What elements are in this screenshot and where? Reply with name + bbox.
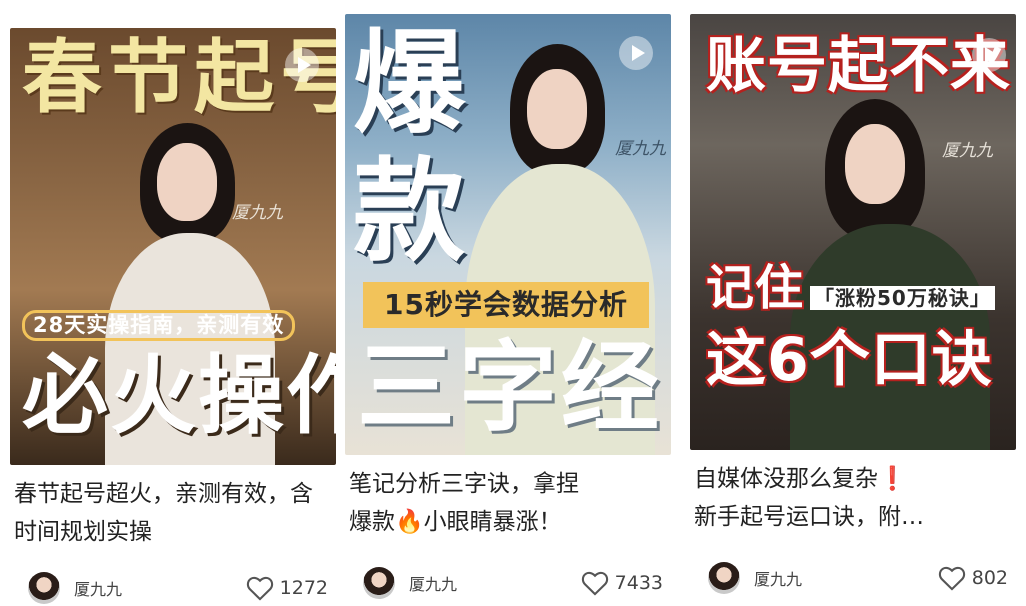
like-count: 7433 bbox=[614, 572, 663, 594]
heart-icon bbox=[938, 566, 965, 591]
like-button[interactable]: 1272 bbox=[246, 575, 328, 601]
cover-title-top: 账号起不来 bbox=[706, 31, 1011, 101]
note-meta: 厦九九 802 bbox=[690, 561, 1016, 595]
note-cover[interactable]: 账号起不来 厦九九 记住 「涨粉50万秘诀」 这6个口诀 bbox=[690, 14, 1016, 450]
play-icon[interactable] bbox=[285, 48, 319, 82]
caption-line-2b: 小眼睛暴涨！ bbox=[423, 509, 562, 535]
like-button[interactable]: 802 bbox=[938, 565, 1008, 591]
avatar[interactable] bbox=[363, 567, 395, 599]
cover-banner: 15秒学会数据分析 bbox=[363, 282, 649, 328]
like-count: 802 bbox=[971, 567, 1008, 589]
author-name[interactable]: 厦九九 bbox=[409, 571, 457, 595]
note-meta: 厦九九 7433 bbox=[345, 566, 671, 600]
cover-line-3: 这6个口诀 bbox=[706, 325, 993, 395]
cover-signature: 厦九九 bbox=[942, 141, 993, 161]
note-cover[interactable]: 爆 款 厦九九 15秒学会数据分析 三字经 bbox=[345, 14, 671, 455]
caption-line-1: 笔记分析三字诀，拿捏 bbox=[349, 471, 579, 497]
heart-icon bbox=[581, 571, 608, 596]
avatar[interactable] bbox=[708, 562, 740, 594]
cover-title-bottom: 必火操作 bbox=[22, 346, 336, 446]
note-card[interactable]: 爆 款 厦九九 15秒学会数据分析 三字经 笔记分析三字诀，拿捏 爆款🔥小眼睛暴… bbox=[345, 14, 671, 599]
play-icon[interactable] bbox=[619, 36, 653, 70]
like-count: 1272 bbox=[279, 577, 328, 599]
note-caption[interactable]: 自媒体没那么复杂❗ 新手起号运口诀，附… bbox=[694, 460, 1012, 536]
avatar[interactable] bbox=[28, 572, 60, 604]
note-card[interactable]: 春节起号 厦九九 28天实操指南，亲测有效 必火操作 春节起号超火，亲测有效，含… bbox=[10, 28, 336, 604]
cover-signature: 厦九九 bbox=[232, 203, 283, 223]
cover-title-char-2: 款 bbox=[353, 147, 466, 277]
note-cover[interactable]: 春节起号 厦九九 28天实操指南，亲测有效 必火操作 bbox=[10, 28, 336, 465]
caption-line-2: 新手起号运口诀，附… bbox=[694, 504, 924, 530]
like-button[interactable]: 7433 bbox=[581, 570, 663, 596]
note-caption[interactable]: 春节起号超火，亲测有效，含时间规划实操 bbox=[14, 475, 332, 551]
cover-line-2a: 记住 bbox=[706, 260, 805, 316]
cover-title-char-1: 爆 bbox=[353, 19, 466, 149]
heart-icon bbox=[246, 576, 273, 601]
note-meta: 厦九九 1272 bbox=[10, 571, 336, 605]
caption-line-1: 自媒体没那么复杂 bbox=[694, 466, 878, 492]
exclamation-emoji: ❗ bbox=[878, 466, 907, 492]
author-name[interactable]: 厦九九 bbox=[754, 566, 802, 590]
cover-subtitle: 28天实操指南，亲测有效 bbox=[22, 310, 296, 341]
note-caption[interactable]: 笔记分析三字诀，拿捏 爆款🔥小眼睛暴涨！ bbox=[349, 465, 667, 541]
fire-emoji: 🔥 bbox=[395, 509, 424, 535]
play-icon[interactable] bbox=[972, 38, 1006, 72]
note-card[interactable]: 账号起不来 厦九九 记住 「涨粉50万秘诀」 这6个口诀 自媒体没那么复杂❗ 新… bbox=[690, 14, 1016, 594]
cover-line-2b: 「涨粉50万秘诀」 bbox=[810, 286, 995, 310]
caption-line-2a: 爆款 bbox=[349, 509, 395, 535]
cover-signature: 厦九九 bbox=[615, 139, 666, 159]
cover-title-bottom: 三字经 bbox=[357, 331, 664, 445]
author-name[interactable]: 厦九九 bbox=[74, 576, 122, 600]
cover-title-top: 春节起号 bbox=[22, 31, 336, 124]
